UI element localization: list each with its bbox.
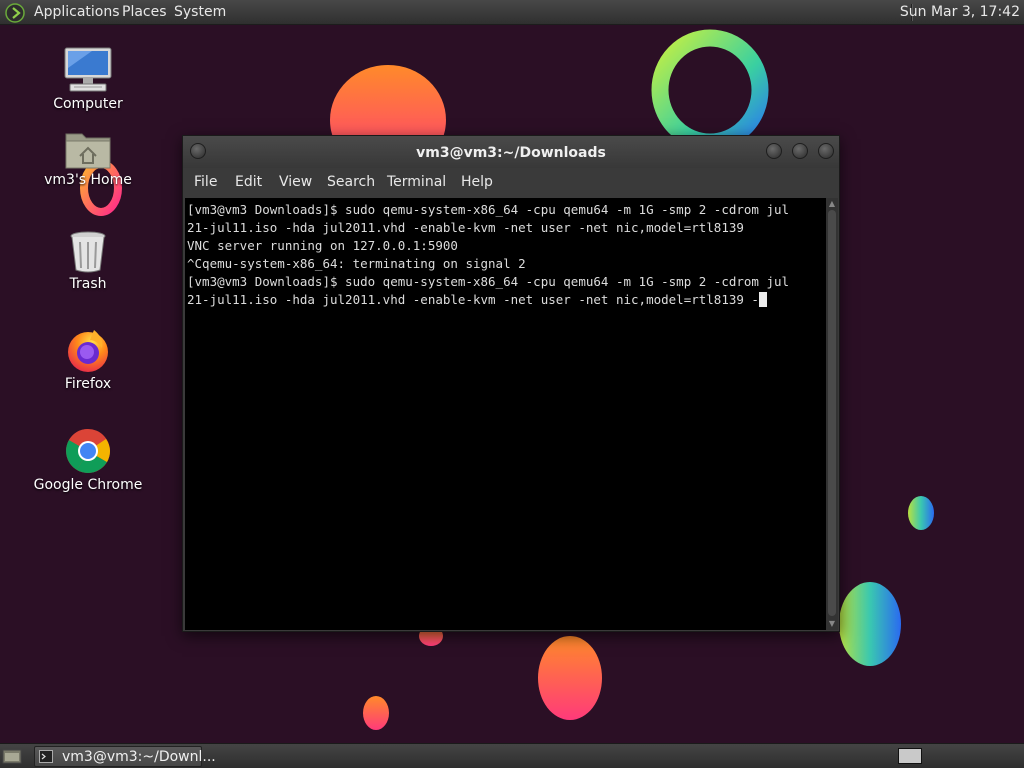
maximize-icon[interactable] [792, 143, 808, 159]
applications-menu[interactable]: Applications [34, 4, 120, 21]
home-folder-icon [65, 133, 111, 169]
desktop-icon-computer[interactable]: Computer [33, 46, 143, 112]
terminal-cursor [758, 292, 767, 307]
trash-icon [70, 231, 106, 273]
close-icon[interactable] [818, 143, 834, 159]
firefox-icon [68, 330, 108, 372]
terminal-line: [vm3@vm3 Downloads]$ sudo qemu-system-x8… [187, 274, 790, 289]
computer-icon [64, 47, 112, 92]
scrollbar-thumb[interactable] [828, 210, 836, 616]
bottom-panel: vm3@vm3:~/Downl... [0, 743, 1024, 768]
desktop-icon-home[interactable]: vm3's Home [33, 128, 143, 188]
terminal-line: 21-jul11.iso -hda jul2011.vhd -enable-kv… [187, 292, 759, 307]
terminal-line: VNC server running on 127.0.0.1:5900 [187, 238, 458, 253]
terminal-window[interactable]: vm3@vm3:~/Downloads File Edit View Searc… [182, 135, 840, 632]
terminal-output[interactable]: [vm3@vm3 Downloads]$ sudo qemu-system-x8… [185, 198, 826, 630]
system-menu[interactable]: System [174, 4, 226, 21]
terminal-titlebar[interactable]: vm3@vm3:~/Downloads [183, 136, 839, 168]
desktop-icon-label: Computer [53, 96, 123, 112]
menu-file[interactable]: File [194, 174, 217, 190]
desktop-icon-trash[interactable]: Trash [33, 230, 143, 292]
terminal-line: ^Cqemu-system-x86_64: terminating on sig… [187, 256, 526, 271]
minimize-icon[interactable] [766, 143, 782, 159]
show-desktop-icon[interactable] [2, 747, 22, 765]
chrome-icon [66, 429, 110, 473]
window-title: vm3@vm3:~/Downloads [416, 145, 606, 161]
places-menu[interactable]: Places [122, 4, 167, 21]
terminal-scrollbar[interactable]: ▲ ▼ [826, 198, 838, 630]
top-panel: Applications Places System Sun Mar 3, 17… [0, 0, 1024, 25]
desktop-icon-chrome[interactable]: Google Chrome [33, 427, 143, 493]
taskbar-terminal-button[interactable]: vm3@vm3:~/Downl... [34, 746, 216, 767]
panel-clock[interactable]: Sun Mar 3, 17:42 [900, 4, 1020, 21]
workspace-switcher[interactable] [898, 748, 922, 764]
desktop-icon-firefox[interactable]: Firefox [33, 326, 143, 392]
desktop-icon-label: vm3's Home [44, 172, 132, 188]
terminal-icon [39, 750, 53, 763]
menu-terminal[interactable]: Terminal [387, 174, 446, 190]
desktop-icon-label: Google Chrome [33, 477, 143, 493]
menu-edit[interactable]: Edit [235, 174, 262, 190]
taskbar-button-label: vm3@vm3:~/Downl... [62, 749, 216, 765]
desktop-icon-label: Firefox [64, 376, 112, 392]
terminal-line: 21-jul11.iso -hda jul2011.vhd -enable-kv… [187, 220, 744, 235]
system-logo-icon[interactable] [5, 3, 25, 23]
terminal-line: [vm3@vm3 Downloads]$ sudo qemu-system-x8… [187, 202, 790, 217]
desktop-icon-label: Trash [69, 276, 107, 292]
terminal-menubar: File Edit View Search Terminal Help [183, 168, 839, 196]
menu-help[interactable]: Help [461, 174, 493, 190]
scroll-up-icon[interactable]: ▲ [828, 200, 836, 208]
scroll-down-icon[interactable]: ▼ [828, 620, 836, 628]
menu-view[interactable]: View [279, 174, 312, 190]
menu-search[interactable]: Search [327, 174, 375, 190]
